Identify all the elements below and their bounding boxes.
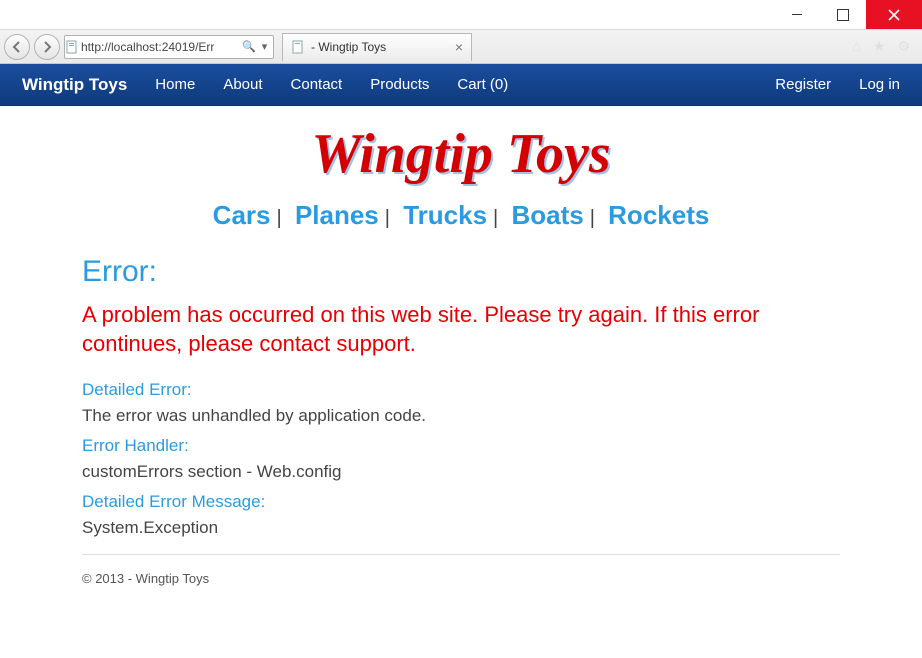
divider: [82, 554, 840, 555]
detailed-message-value: System.Exception: [82, 518, 840, 538]
url-input[interactable]: [79, 36, 238, 58]
forward-button[interactable]: [34, 34, 60, 60]
address-bar[interactable]: 🔍 ▾ ↻: [64, 35, 274, 59]
error-heading: Error:: [82, 255, 840, 289]
nav-contact[interactable]: Contact: [291, 76, 343, 93]
search-icon[interactable]: 🔍: [242, 40, 256, 53]
cat-cars[interactable]: Cars: [213, 200, 271, 230]
page-body: Wingtip Toys Cars| Planes| Trucks| Boats…: [0, 106, 922, 658]
settings-gear-icon[interactable]: ⚙: [897, 38, 910, 55]
site-navbar: Wingtip Toys Home About Contact Products…: [0, 64, 922, 106]
error-message: A problem has occurred on this web site.…: [82, 301, 840, 358]
dropdown-icon[interactable]: ▾: [262, 40, 268, 53]
window-close-button[interactable]: [866, 0, 922, 29]
page-icon: [65, 40, 79, 54]
cat-sep: |: [271, 207, 288, 229]
refresh-icon[interactable]: ↻: [273, 40, 274, 53]
cat-sep: |: [487, 207, 504, 229]
favorites-icon[interactable]: ★: [873, 38, 886, 55]
cat-boats[interactable]: Boats: [511, 200, 583, 230]
cat-trucks[interactable]: Trucks: [403, 200, 487, 230]
tab-page-icon: [291, 40, 305, 54]
browser-toolbar: 🔍 ▾ ↻ - Wingtip Toys × ⌂ ★ ⚙: [0, 30, 922, 64]
error-handler-label: Error Handler:: [82, 436, 840, 456]
detailed-error-label: Detailed Error:: [82, 380, 840, 400]
address-bar-controls: 🔍 ▾ ↻: [238, 40, 274, 53]
footer-text: © 2013 - Wingtip Toys: [82, 571, 840, 586]
nav-cart[interactable]: Cart (0): [457, 76, 508, 93]
detailed-error-value: The error was unhandled by application c…: [82, 406, 840, 426]
nav-register[interactable]: Register: [775, 76, 831, 93]
browser-menu-icons: ⌂ ★ ⚙: [852, 38, 918, 55]
error-handler-value: customErrors section - Web.config: [82, 462, 840, 482]
site-logo-text: Wingtip Toys: [0, 106, 922, 194]
cat-planes[interactable]: Planes: [295, 200, 379, 230]
nav-products[interactable]: Products: [370, 76, 429, 93]
home-icon[interactable]: ⌂: [852, 38, 860, 55]
nav-home[interactable]: Home: [155, 76, 195, 93]
back-button[interactable]: [4, 34, 30, 60]
window-titlebar: [0, 0, 922, 30]
browser-tab[interactable]: - Wingtip Toys ×: [282, 33, 472, 61]
detailed-message-label: Detailed Error Message:: [82, 492, 840, 512]
window-maximize-button[interactable]: [820, 0, 866, 29]
content-area: Error: A problem has occurred on this we…: [0, 255, 922, 586]
nav-login[interactable]: Log in: [859, 76, 900, 93]
tab-close-icon[interactable]: ×: [455, 40, 463, 54]
nav-about[interactable]: About: [223, 76, 262, 93]
cat-sep: |: [584, 207, 601, 229]
window-minimize-button[interactable]: [774, 0, 820, 29]
cat-rockets[interactable]: Rockets: [608, 200, 709, 230]
cat-sep: |: [379, 207, 396, 229]
brand-label[interactable]: Wingtip Toys: [22, 75, 127, 95]
category-links: Cars| Planes| Trucks| Boats| Rockets: [0, 194, 922, 249]
tab-title: - Wingtip Toys: [311, 40, 386, 54]
